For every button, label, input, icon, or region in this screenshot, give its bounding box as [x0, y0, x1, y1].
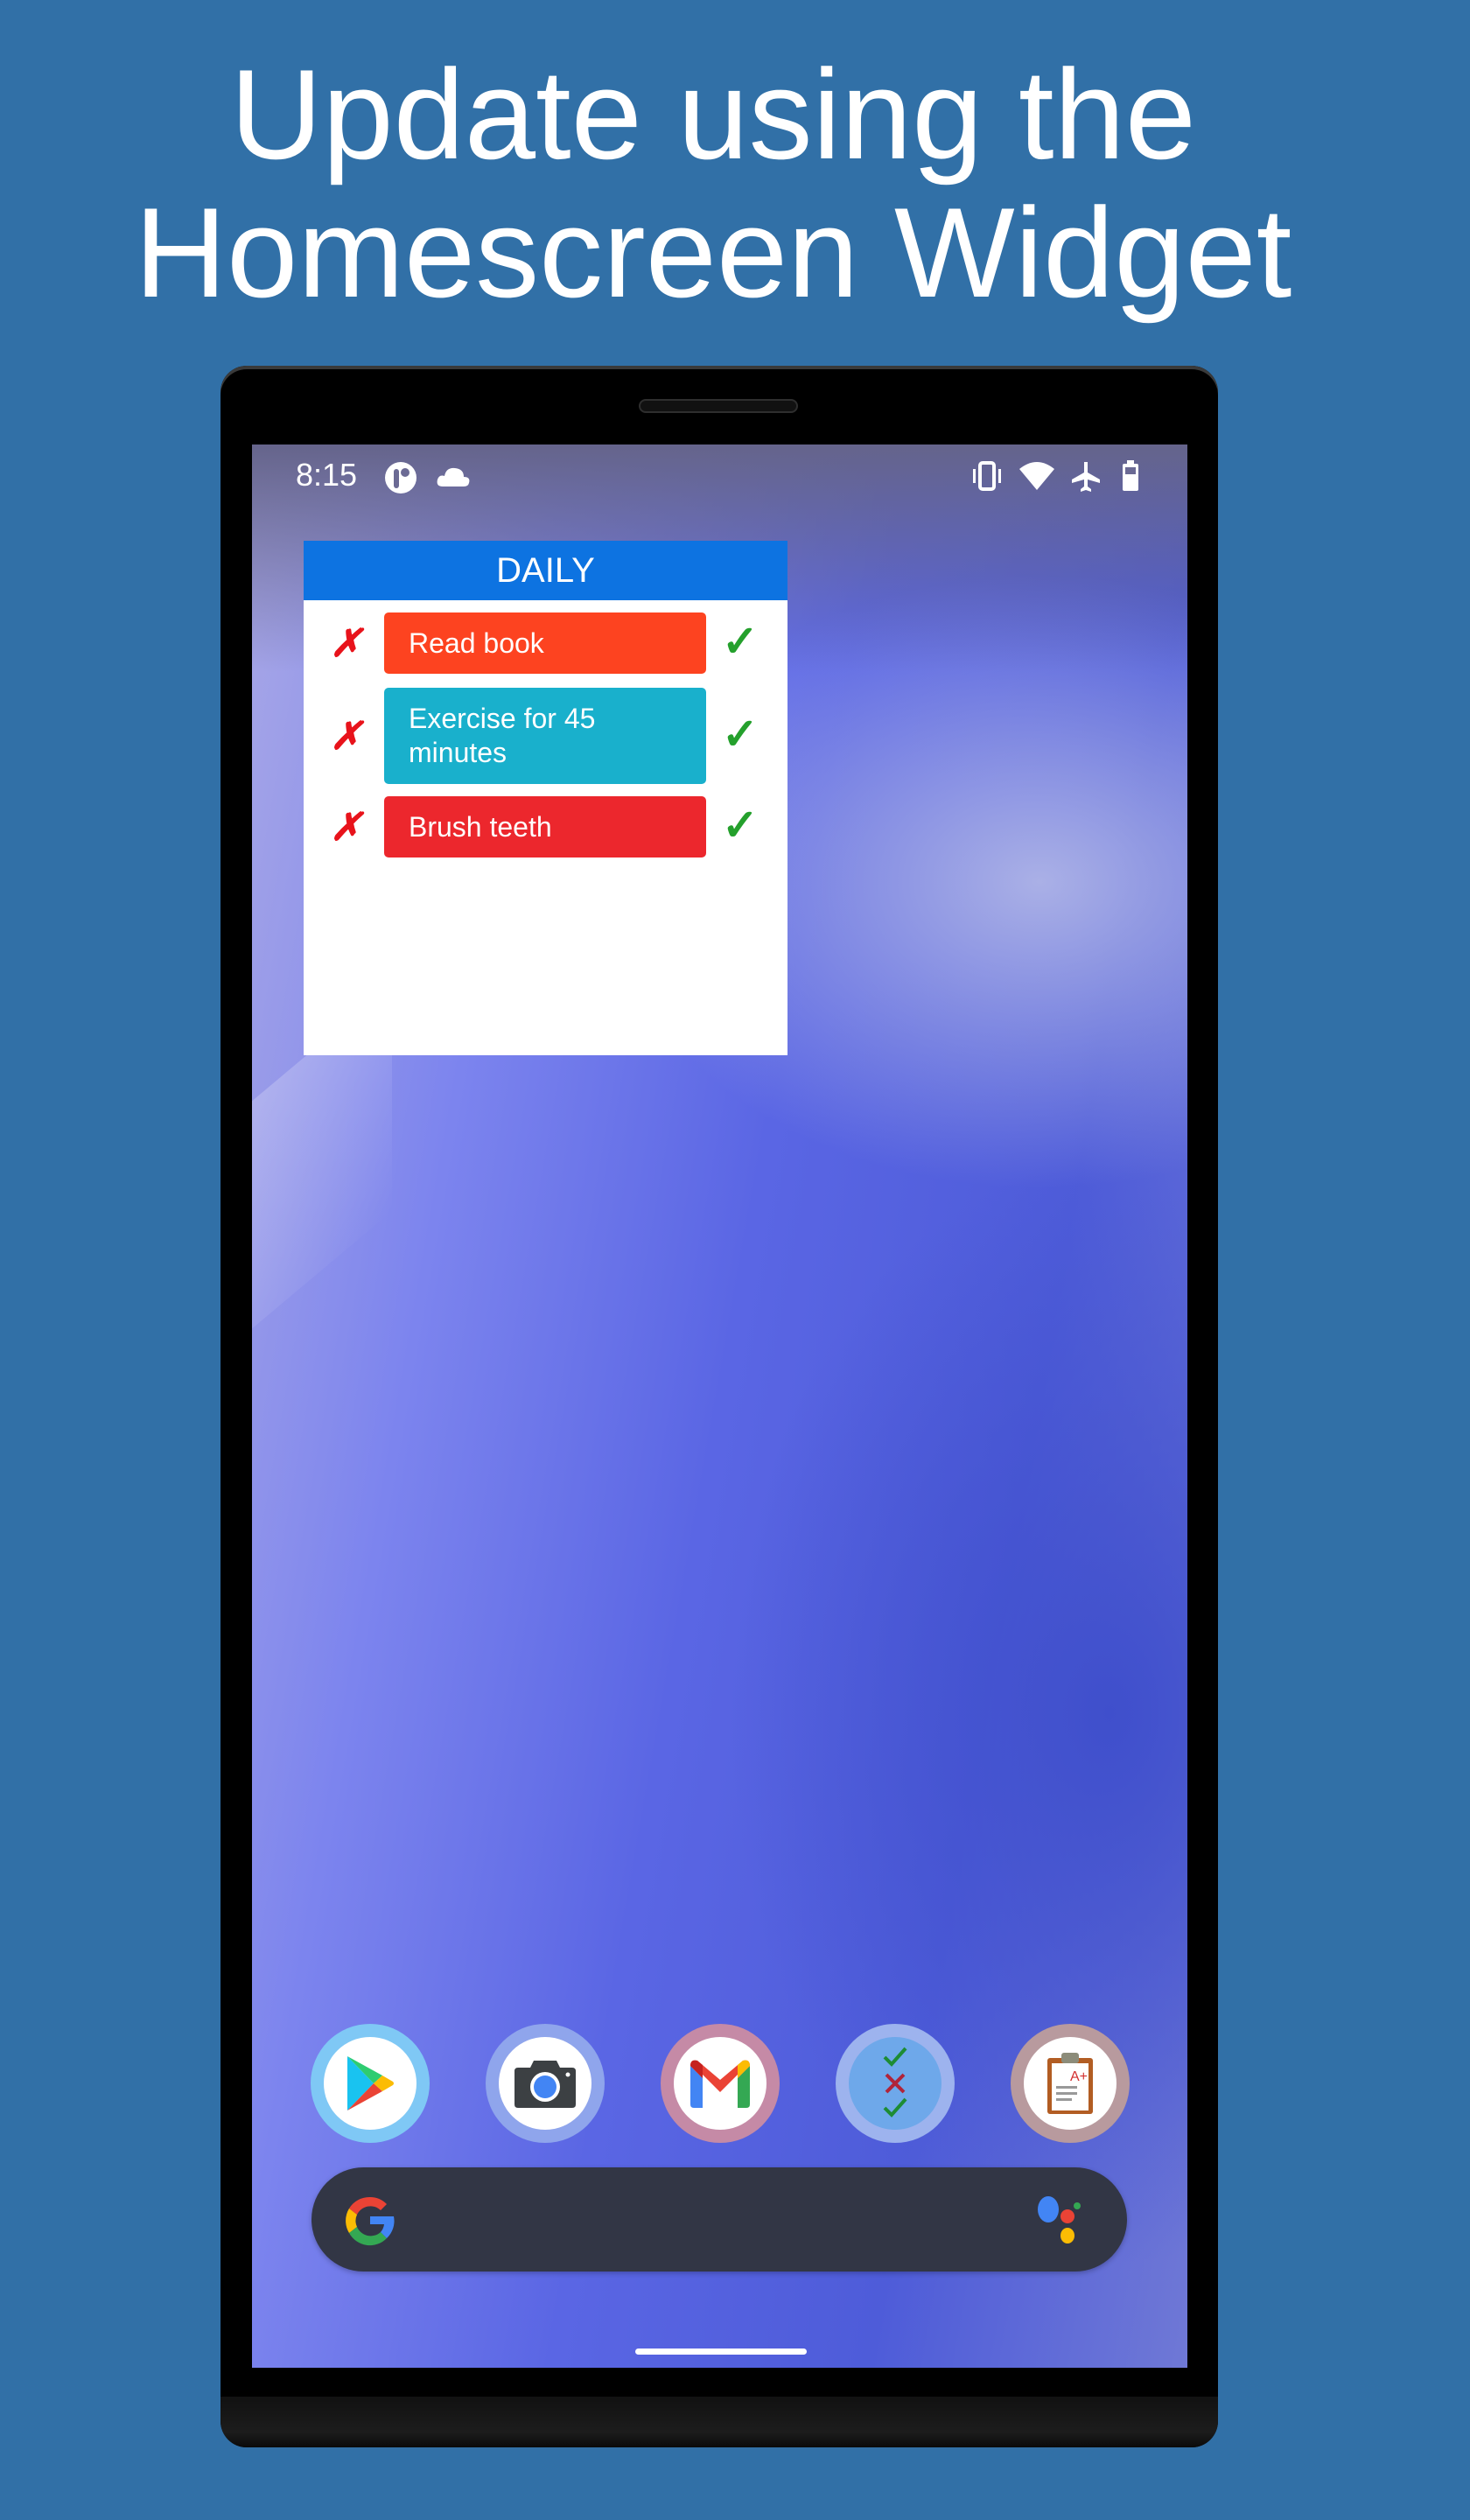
- mark-done-button[interactable]: ✓: [722, 616, 759, 667]
- mark-done-button[interactable]: ✓: [722, 800, 759, 850]
- gmail-icon: [674, 2037, 766, 2130]
- widget-title: DAILY: [304, 541, 788, 600]
- app-habit-tracker[interactable]: [836, 2024, 955, 2143]
- phone-speaker: [639, 399, 798, 413]
- app-play-store[interactable]: [311, 2024, 430, 2143]
- task-item[interactable]: Brush teeth: [384, 796, 706, 858]
- camera-icon: [499, 2037, 592, 2130]
- daily-widget: DAILY ✗ Read book ✓ ✗ Exercise for 45 mi…: [304, 541, 788, 1055]
- mark-failed-button[interactable]: ✗: [330, 805, 362, 850]
- play-store-icon: [324, 2037, 416, 2130]
- wifi-icon: [1018, 460, 1056, 496]
- headline-line-2: Homescreen Widget: [134, 181, 1292, 324]
- task-row: ✗ Brush teeth ✓: [304, 796, 788, 858]
- google-search-bar[interactable]: [312, 2167, 1127, 2272]
- airplane-mode-icon: [1070, 460, 1102, 498]
- app-notification-icon: [383, 460, 418, 500]
- headline-line-1: Update using the: [230, 43, 1196, 186]
- status-bar: 8:15: [252, 444, 1187, 506]
- vibrate-icon: [970, 460, 1004, 496]
- task-row: ✗ Read book ✓: [304, 612, 788, 674]
- app-dock: A+: [252, 2024, 1187, 2146]
- app-camera[interactable]: [486, 2024, 605, 2143]
- task-item[interactable]: Read book: [384, 612, 706, 674]
- mark-done-button[interactable]: ✓: [722, 709, 759, 760]
- home-gesture-bar[interactable]: [635, 2348, 807, 2355]
- checklist-icon: [849, 2037, 942, 2130]
- task-item[interactable]: Exercise for 45 minutes: [384, 688, 706, 784]
- phone-frame: 8:15 DAILY ✗ Read book ✓ ✗ Exercise for …: [220, 366, 1218, 2447]
- mark-failed-button[interactable]: ✗: [330, 714, 362, 759]
- google-g-icon: [341, 2192, 399, 2254]
- mark-failed-button[interactable]: ✗: [330, 621, 362, 666]
- app-clipboard[interactable]: A+: [1011, 2024, 1130, 2143]
- home-screen: 8:15 DAILY ✗ Read book ✓ ✗ Exercise for …: [252, 444, 1187, 2368]
- svg-text:A+: A+: [1070, 2069, 1088, 2084]
- task-row: ✗ Exercise for 45 minutes ✓: [304, 688, 788, 784]
- app-gmail[interactable]: [661, 2024, 780, 2143]
- cloud-icon: [436, 466, 471, 493]
- status-time: 8:15: [296, 457, 358, 493]
- phone-chin: [220, 2397, 1218, 2447]
- google-assistant-icon[interactable]: [1034, 2195, 1087, 2249]
- headline: Update using the Homescreen Widget: [0, 46, 1426, 322]
- clipboard-icon: A+: [1024, 2037, 1116, 2130]
- battery-icon: [1121, 460, 1140, 496]
